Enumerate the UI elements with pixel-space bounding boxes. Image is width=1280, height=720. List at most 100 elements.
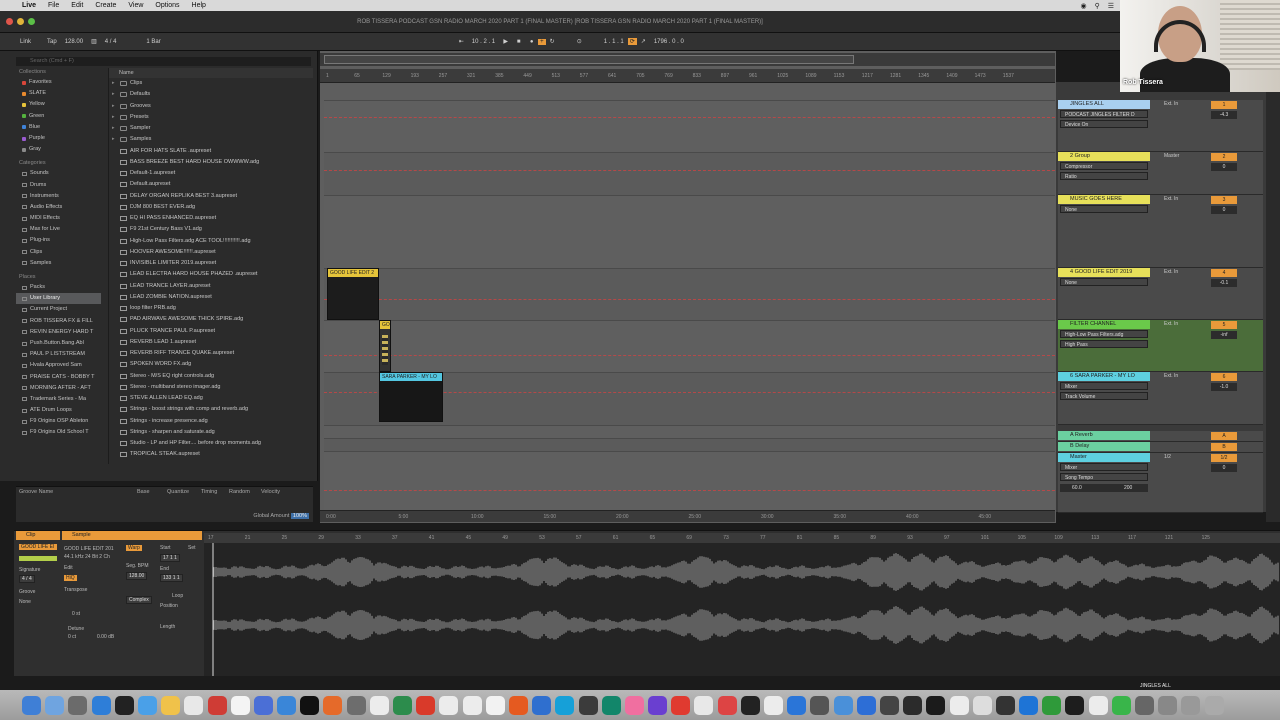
hiq-button[interactable]: HiQ	[64, 575, 77, 581]
tap-tempo-button[interactable]: Tap	[43, 39, 61, 45]
collection-item[interactable]: SLATE	[16, 88, 101, 99]
track-lane[interactable]	[324, 268, 1055, 320]
seg-bpm-field[interactable]: 128.00	[126, 572, 148, 580]
input-type[interactable]: Master	[1164, 153, 1179, 159]
preset-row[interactable]: F9 21st Century Bass V1.adg	[109, 224, 313, 235]
dock-app-icon[interactable]	[949, 695, 969, 715]
preset-row[interactable]: AIR FOR HATS SLATE .aupreset	[109, 146, 313, 157]
device-chooser[interactable]: None	[1060, 205, 1148, 213]
dock-app-icon[interactable]	[207, 695, 227, 715]
preset-row[interactable]: PLUCK TRANCE PAUL P.aupreset	[109, 326, 313, 337]
expand-arrow-icon[interactable]: ▸	[112, 134, 117, 145]
loop-length-field[interactable]: 1796 . 0 . 0	[650, 39, 688, 45]
track-activator[interactable]: 1	[1211, 101, 1237, 109]
preset-row[interactable]: INVISIBLE LIMITER 2019.aupreset	[109, 258, 313, 269]
preset-row[interactable]: EQ HI PASS ENHANCED.aupreset	[109, 213, 313, 224]
record-button[interactable]: ●	[527, 37, 536, 46]
preset-row[interactable]: Default-1.aupreset	[109, 168, 313, 179]
input-type[interactable]: Ext. In	[1164, 196, 1178, 202]
tempo-field[interactable]: 128.00	[61, 39, 87, 45]
place-item[interactable]: F9 Origins Old School T	[16, 427, 101, 438]
play-button[interactable]: ▶	[501, 37, 510, 46]
input-type[interactable]: Ext. In	[1164, 269, 1178, 275]
folder-row[interactable]: ▸ Presets	[109, 112, 313, 123]
preset-row[interactable]: Studio - LP and HP Filter.... before dro…	[109, 438, 313, 449]
expand-arrow-icon[interactable]: ▸	[112, 112, 117, 123]
device-chooser[interactable]: Mixer	[1060, 382, 1148, 390]
dock-app-icon[interactable]	[393, 695, 412, 715]
preset-row[interactable]: DJM 800 BEST EVER.adg	[109, 202, 313, 213]
dock-app-icon[interactable]	[508, 695, 528, 715]
dock-app-icon[interactable]	[253, 695, 273, 715]
preset-row[interactable]: Strings - increase presence.adg	[109, 416, 313, 427]
track-name[interactable]: JINGLES ALL	[1058, 100, 1150, 109]
dock-app-icon[interactable]	[45, 695, 65, 715]
dock-app-icon[interactable]	[578, 695, 598, 715]
parameter-chooser[interactable]: Track Volume	[1060, 392, 1148, 400]
dock-app-icon[interactable]	[485, 695, 505, 715]
track-activator[interactable]: 3	[1211, 196, 1237, 204]
category-item[interactable]: Clips	[16, 247, 101, 258]
place-item[interactable]: PAUL P LISTSTREAM	[16, 349, 101, 360]
dock-app-icon[interactable]	[277, 695, 297, 715]
collection-item[interactable]: Gray	[16, 144, 101, 155]
dock-app-icon[interactable]	[91, 695, 111, 715]
preset-row[interactable]: DELAY ORGAN REPLIKA BEST 3.aupreset	[109, 191, 313, 202]
track-lane[interactable]	[324, 152, 1055, 195]
input-type[interactable]: Ext. In	[1164, 373, 1178, 379]
category-item[interactable]: Samples	[16, 258, 101, 269]
dock-app-icon[interactable]	[740, 695, 760, 715]
category-item[interactable]: Instruments	[16, 191, 101, 202]
dock-app-icon[interactable]	[717, 695, 737, 715]
place-item[interactable]: ROB TISSERA FX & FILL	[16, 316, 101, 327]
track-header[interactable]: 2 Group Compressor Ratio Master 2 0	[1058, 152, 1263, 195]
track-header[interactable]: Master Mixer Song Tempo 1/2 1/2 0	[1058, 453, 1263, 513]
expand-arrow-icon[interactable]: ▸	[112, 123, 117, 134]
dock-app-icon[interactable]	[532, 695, 552, 715]
preset-row[interactable]: Strings - boost strings with comp and re…	[109, 404, 313, 415]
dock-app-icon[interactable]	[833, 695, 853, 715]
automation-line[interactable]	[324, 170, 1055, 171]
groove-value[interactable]: None	[19, 599, 31, 605]
dock-app-icon[interactable]	[1204, 695, 1224, 715]
end-field[interactable]: 133 1 1	[160, 574, 183, 582]
dock-app-icon[interactable]	[68, 695, 88, 715]
loop-switch[interactable]: ⟳	[627, 38, 637, 45]
set-start-button[interactable]: Set	[188, 545, 196, 551]
beat-time-ruler[interactable]: 1 65 129 193 257 321 385 449 513 577 641 705 769 833 8…	[320, 69, 1055, 83]
dock-app-icon[interactable]	[1088, 695, 1108, 715]
follow-icon[interactable]: ⇤	[455, 38, 468, 45]
dock-app-icon[interactable]	[114, 695, 134, 715]
track-activator[interactable]: 1/2	[1211, 454, 1237, 462]
dock-app-icon[interactable]	[555, 695, 575, 715]
overview-visible-region[interactable]	[324, 55, 854, 64]
dock-app-icon[interactable]	[1158, 695, 1178, 715]
place-item[interactable]: Hvala Approved Sam	[16, 360, 101, 371]
place-item[interactable]: Packs	[16, 282, 101, 293]
dock-app-icon[interactable]	[1065, 695, 1085, 715]
arrangement-position[interactable]: 10 . 2 . 1	[468, 39, 499, 45]
warp-mode-menu[interactable]: Complex	[126, 596, 152, 604]
device-chooser[interactable]: High-Low Pass Filters.adg	[1060, 330, 1148, 338]
volume-field[interactable]: 0	[1211, 464, 1237, 472]
link-button[interactable]: Link	[16, 39, 35, 45]
time-ruler[interactable]: 0:00 5:00 10:00 15:00 20:00 25:00 30:00 35:00 40…	[320, 510, 1055, 522]
menu-icon[interactable]: ☰	[1108, 2, 1114, 10]
time-signature-field[interactable]: 4 / 4	[101, 39, 121, 45]
dock-app-icon[interactable]	[671, 695, 691, 715]
preset-row[interactable]: Stereo - M/S EQ right controls.adg	[109, 371, 313, 382]
track-name[interactable]: A Reverb	[1058, 431, 1150, 440]
category-item[interactable]: MIDI Effects	[16, 213, 101, 224]
volume-field[interactable]: 0	[1211, 206, 1237, 214]
dock-app-icon[interactable]	[184, 695, 204, 715]
capture-icon[interactable]: ⊙	[573, 38, 586, 45]
semitones-value[interactable]: 0 st	[72, 611, 80, 617]
dock-app-icon[interactable]	[787, 695, 807, 715]
menu-options[interactable]: Options	[155, 2, 179, 9]
track-name[interactable]: MUSIC GOES HERE	[1058, 195, 1150, 204]
volume-field[interactable]: 0	[1211, 163, 1237, 171]
search-icon[interactable]: ⚲	[1095, 2, 1100, 10]
dock-app-icon[interactable]	[323, 695, 343, 715]
track-header[interactable]: 6 SARA PARKER - MY LO Mixer Track Volume Ex…	[1058, 372, 1263, 425]
place-item[interactable]: Trademark Series - Ma	[16, 394, 101, 405]
